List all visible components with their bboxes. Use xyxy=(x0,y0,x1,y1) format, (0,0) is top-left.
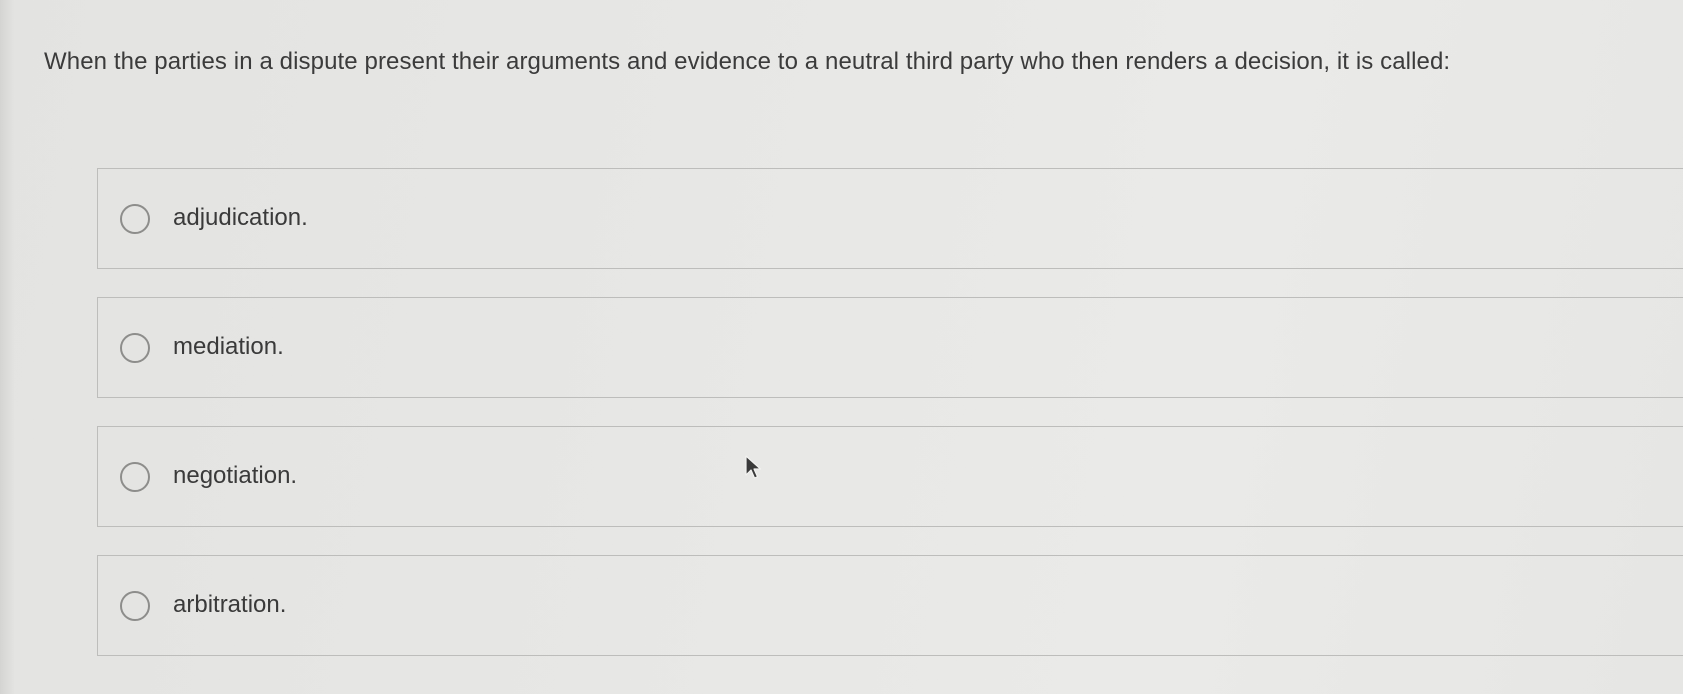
answer-option-mediation[interactable]: mediation. xyxy=(97,297,1683,398)
screen-edge-shadow xyxy=(0,0,14,694)
answer-option-negotiation[interactable]: negotiation. xyxy=(97,426,1683,527)
radio-button-icon[interactable] xyxy=(120,333,150,363)
mouse-pointer-icon xyxy=(745,455,762,479)
answer-option-label: negotiation. xyxy=(173,462,298,489)
radio-button-icon[interactable] xyxy=(120,204,150,234)
radio-button-icon[interactable] xyxy=(120,462,150,492)
answer-option-adjudication[interactable]: adjudication. xyxy=(97,168,1683,269)
answer-option-label: arbitration. xyxy=(173,591,287,618)
question-text: When the parties in a dispute present th… xyxy=(44,48,1451,75)
radio-button-icon[interactable] xyxy=(120,591,150,621)
answer-option-arbitration[interactable]: arbitration. xyxy=(97,555,1683,656)
answer-option-label: mediation. xyxy=(173,333,284,360)
answer-option-label: adjudication. xyxy=(173,204,308,231)
